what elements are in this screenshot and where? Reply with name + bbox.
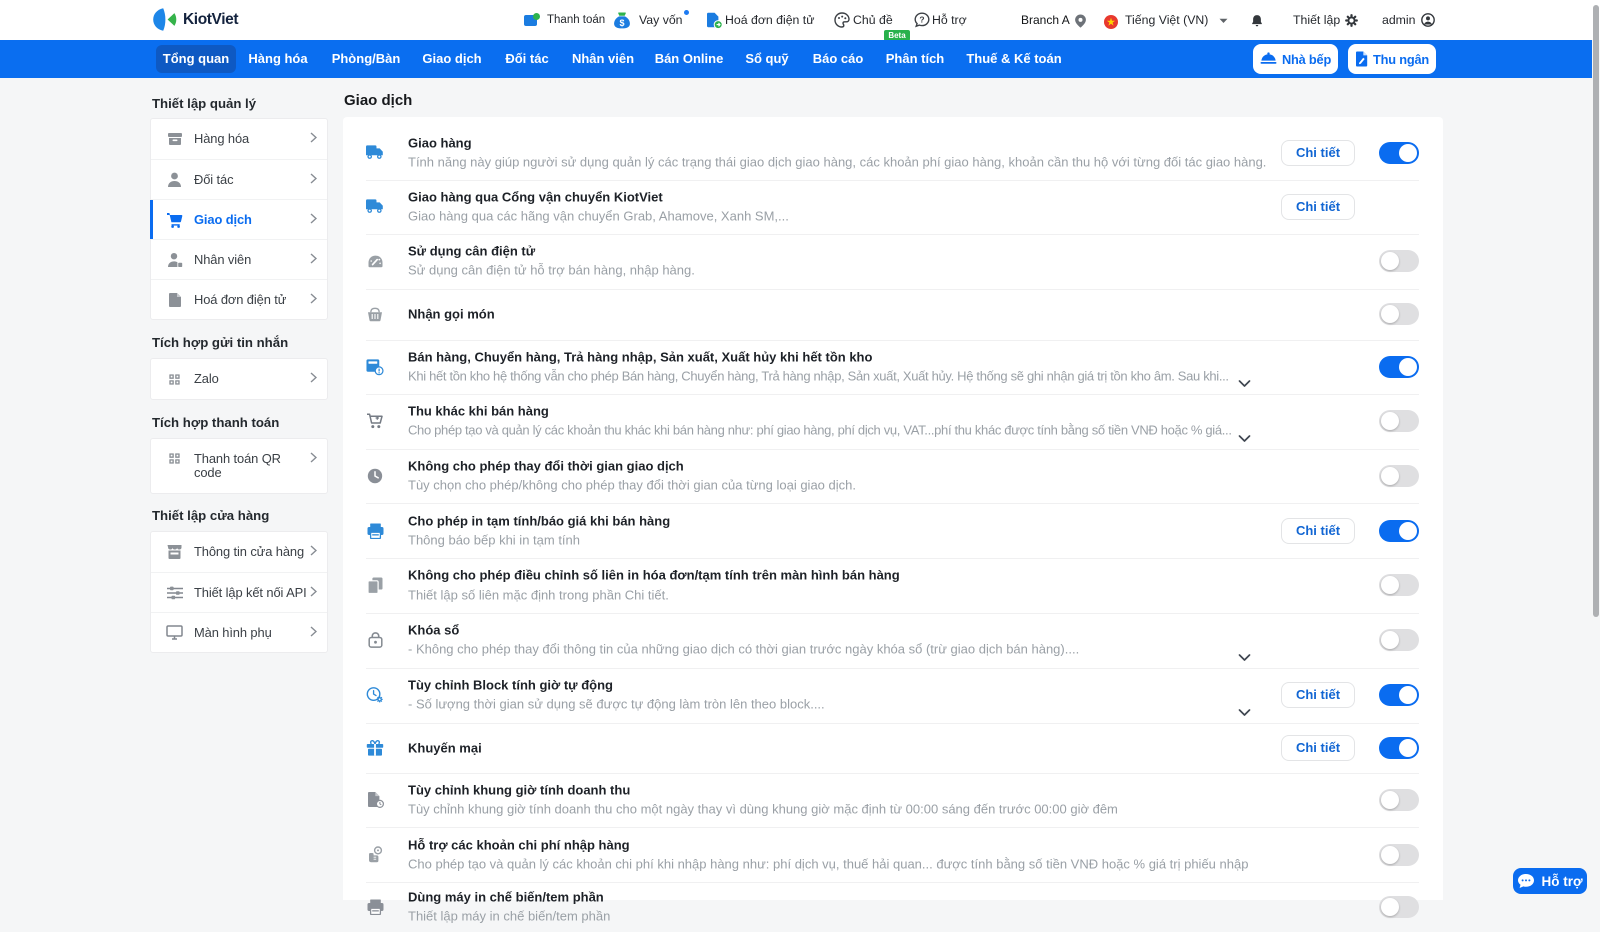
svg-text:$: $	[619, 18, 624, 28]
svg-text:?: ?	[919, 14, 924, 24]
